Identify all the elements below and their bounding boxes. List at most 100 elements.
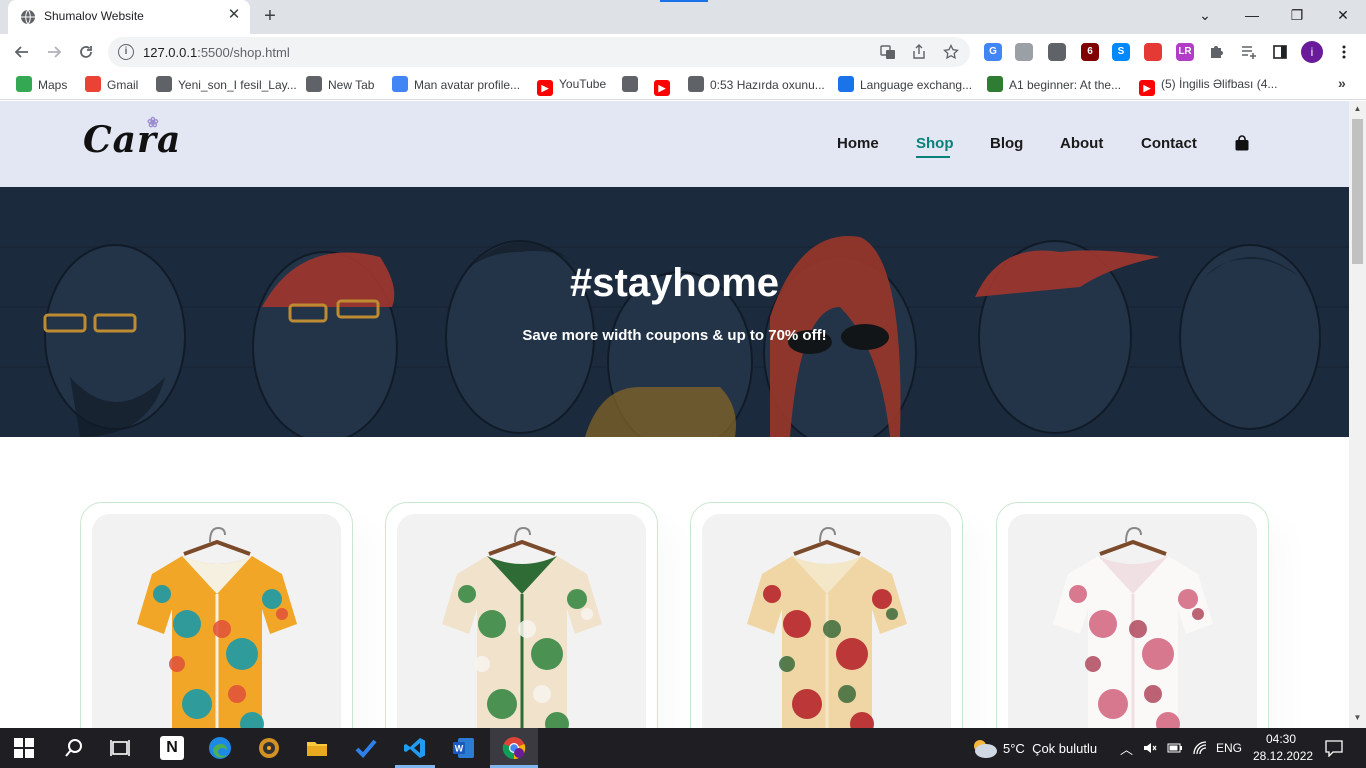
red-ext-icon[interactable] xyxy=(1144,43,1162,61)
bookmark-item[interactable]: Man avatar profile... xyxy=(392,76,520,94)
translate-page-icon[interactable] xyxy=(880,44,896,60)
task-view-icon[interactable] xyxy=(108,736,132,760)
word-icon[interactable]: W xyxy=(452,736,476,760)
ublock-icon[interactable]: 6 xyxy=(1081,43,1099,61)
product-card[interactable] xyxy=(385,502,658,728)
product-card[interactable] xyxy=(80,502,353,728)
product-card[interactable] xyxy=(996,502,1269,728)
tray-chevron-icon[interactable]: ︿ xyxy=(1120,739,1133,758)
scrollbar-thumb[interactable] xyxy=(1352,119,1363,264)
browser-tab[interactable]: Shumalov Website ✕ xyxy=(8,0,250,34)
page-scrollbar[interactable]: ▲ ▼ xyxy=(1349,101,1366,728)
bookmark-item[interactable]: Gmail xyxy=(85,76,138,94)
product-image[interactable] xyxy=(1008,514,1257,728)
vscode-icon[interactable] xyxy=(403,736,427,760)
svg-text:W: W xyxy=(455,744,464,754)
edge-icon[interactable] xyxy=(208,736,232,760)
new-tab-button[interactable]: + xyxy=(258,5,282,29)
reload-icon xyxy=(80,46,92,58)
gmail-icon xyxy=(85,76,101,92)
product-card[interactable] xyxy=(690,502,963,728)
weather-text[interactable]: 5°C Çok bulutlu xyxy=(1003,741,1097,756)
windows-start-icon[interactable] xyxy=(14,738,34,758)
bookmark-item[interactable]: ▶ YouTube xyxy=(537,76,607,96)
url-text: 127.0.0.1:5500/shop.html xyxy=(143,45,290,60)
restore-button[interactable]: ❐ xyxy=(1283,4,1311,26)
nav-shop[interactable]: Shop xyxy=(916,135,954,152)
file-explorer-icon[interactable] xyxy=(305,736,329,760)
notion-icon[interactable]: N xyxy=(160,736,184,760)
bookmark-label: YouTube xyxy=(559,77,607,91)
bookmark-item[interactable]: Yeni_son_I fesil_Lay... xyxy=(156,76,297,94)
address-bar[interactable]: i 127.0.0.1:5500/shop.html xyxy=(108,37,970,67)
side-panel-icon[interactable] xyxy=(1272,44,1288,60)
battery-icon[interactable] xyxy=(1167,741,1183,755)
minimize-button[interactable]: — xyxy=(1238,4,1266,26)
globe-icon xyxy=(306,76,322,92)
shield-ext-icon[interactable] xyxy=(1015,43,1033,61)
shazam-icon[interactable]: S xyxy=(1112,43,1130,61)
nav-about[interactable]: About xyxy=(1060,135,1103,152)
input-language[interactable]: ENG xyxy=(1216,741,1242,755)
product-image[interactable] xyxy=(92,514,341,728)
todo-icon[interactable] xyxy=(354,736,378,760)
chrome-icon[interactable] xyxy=(502,736,526,760)
url-host: 127.0.0.1 xyxy=(143,45,198,60)
tools-ext-icon[interactable] xyxy=(1048,43,1066,61)
back-button[interactable] xyxy=(9,39,35,65)
maps-icon xyxy=(16,76,32,92)
lr-ext-icon[interactable]: LR xyxy=(1176,43,1194,61)
clock-date[interactable]: 28.12.2022 xyxy=(1253,749,1313,763)
bookmark-label: Yeni_son_I fesil_Lay... xyxy=(178,78,297,92)
bookmark-label: A1 beginner: At the... xyxy=(1009,78,1122,92)
bookmark-item[interactable]: 0:53 Hazırda oxunu... xyxy=(688,76,825,94)
wifi-icon[interactable] xyxy=(1193,741,1207,755)
product-image[interactable] xyxy=(702,514,951,728)
active-nav-underline xyxy=(916,156,950,158)
hero-banner: #stayhome Save more width coupons & up t… xyxy=(0,187,1349,437)
notifications-icon[interactable] xyxy=(1325,739,1343,757)
reload-button[interactable] xyxy=(73,39,99,65)
product-image[interactable] xyxy=(397,514,646,728)
chat-icon xyxy=(838,76,854,92)
tab-indicator xyxy=(660,0,708,2)
volume-muted-icon[interactable] xyxy=(1143,741,1157,755)
forward-button[interactable] xyxy=(41,39,67,65)
logo-text: Cara xyxy=(83,119,182,161)
shirt-illustration xyxy=(1008,514,1257,728)
bookmark-item[interactable]: Maps xyxy=(16,76,67,94)
bookmark-item[interactable]: ▶ (5) İngilis Əlifbası (4... xyxy=(1139,76,1277,96)
bookmark-item[interactable]: Language exchang... xyxy=(838,76,972,94)
share-icon[interactable] xyxy=(911,44,927,60)
profile-avatar[interactable]: i xyxy=(1301,41,1323,63)
reading-list-icon[interactable] xyxy=(1240,44,1256,60)
bookmark-label: Gmail xyxy=(107,78,139,92)
bookmark-item[interactable] xyxy=(622,76,644,94)
bookmarks-overflow-icon[interactable]: » xyxy=(1338,75,1346,93)
translate-icon[interactable]: G xyxy=(984,43,1002,61)
scroll-up-arrow-icon[interactable]: ▲ xyxy=(1353,104,1362,113)
media-player-icon[interactable] xyxy=(257,736,281,760)
menu-kebab-icon[interactable] xyxy=(1336,44,1352,60)
nav-contact[interactable]: Contact xyxy=(1141,135,1197,152)
bookmark-item[interactable]: ▶ xyxy=(654,76,676,96)
bookmark-star-icon[interactable] xyxy=(943,44,959,60)
site-info-icon[interactable]: i xyxy=(118,44,134,60)
bookmark-label: Language exchang... xyxy=(860,78,973,92)
extensions-puzzle-icon[interactable] xyxy=(1208,44,1224,60)
tab-close-icon[interactable]: ✕ xyxy=(226,7,242,23)
youtube-icon: ▶ xyxy=(654,80,670,96)
site-logo[interactable]: Cara ❀ xyxy=(83,115,182,161)
clock-time[interactable]: 04:30 xyxy=(1266,732,1296,746)
weather-cloud-icon[interactable] xyxy=(970,737,998,759)
bookmark-item[interactable]: A1 beginner: At the... xyxy=(987,76,1121,94)
tab-search-icon[interactable]: ⌄ xyxy=(1191,4,1219,26)
nav-blog[interactable]: Blog xyxy=(990,135,1023,152)
scroll-down-arrow-icon[interactable]: ▼ xyxy=(1353,713,1362,722)
search-icon[interactable] xyxy=(62,736,86,760)
shopping-bag-icon[interactable] xyxy=(1235,135,1249,151)
bookmarks-bar: Maps Gmail Yeni_son_I fesil_Lay... New Tab M… xyxy=(0,70,1366,100)
nav-home[interactable]: Home xyxy=(837,135,879,152)
close-window-button[interactable]: ✕ xyxy=(1329,4,1357,26)
bookmark-item[interactable]: New Tab xyxy=(306,76,374,94)
